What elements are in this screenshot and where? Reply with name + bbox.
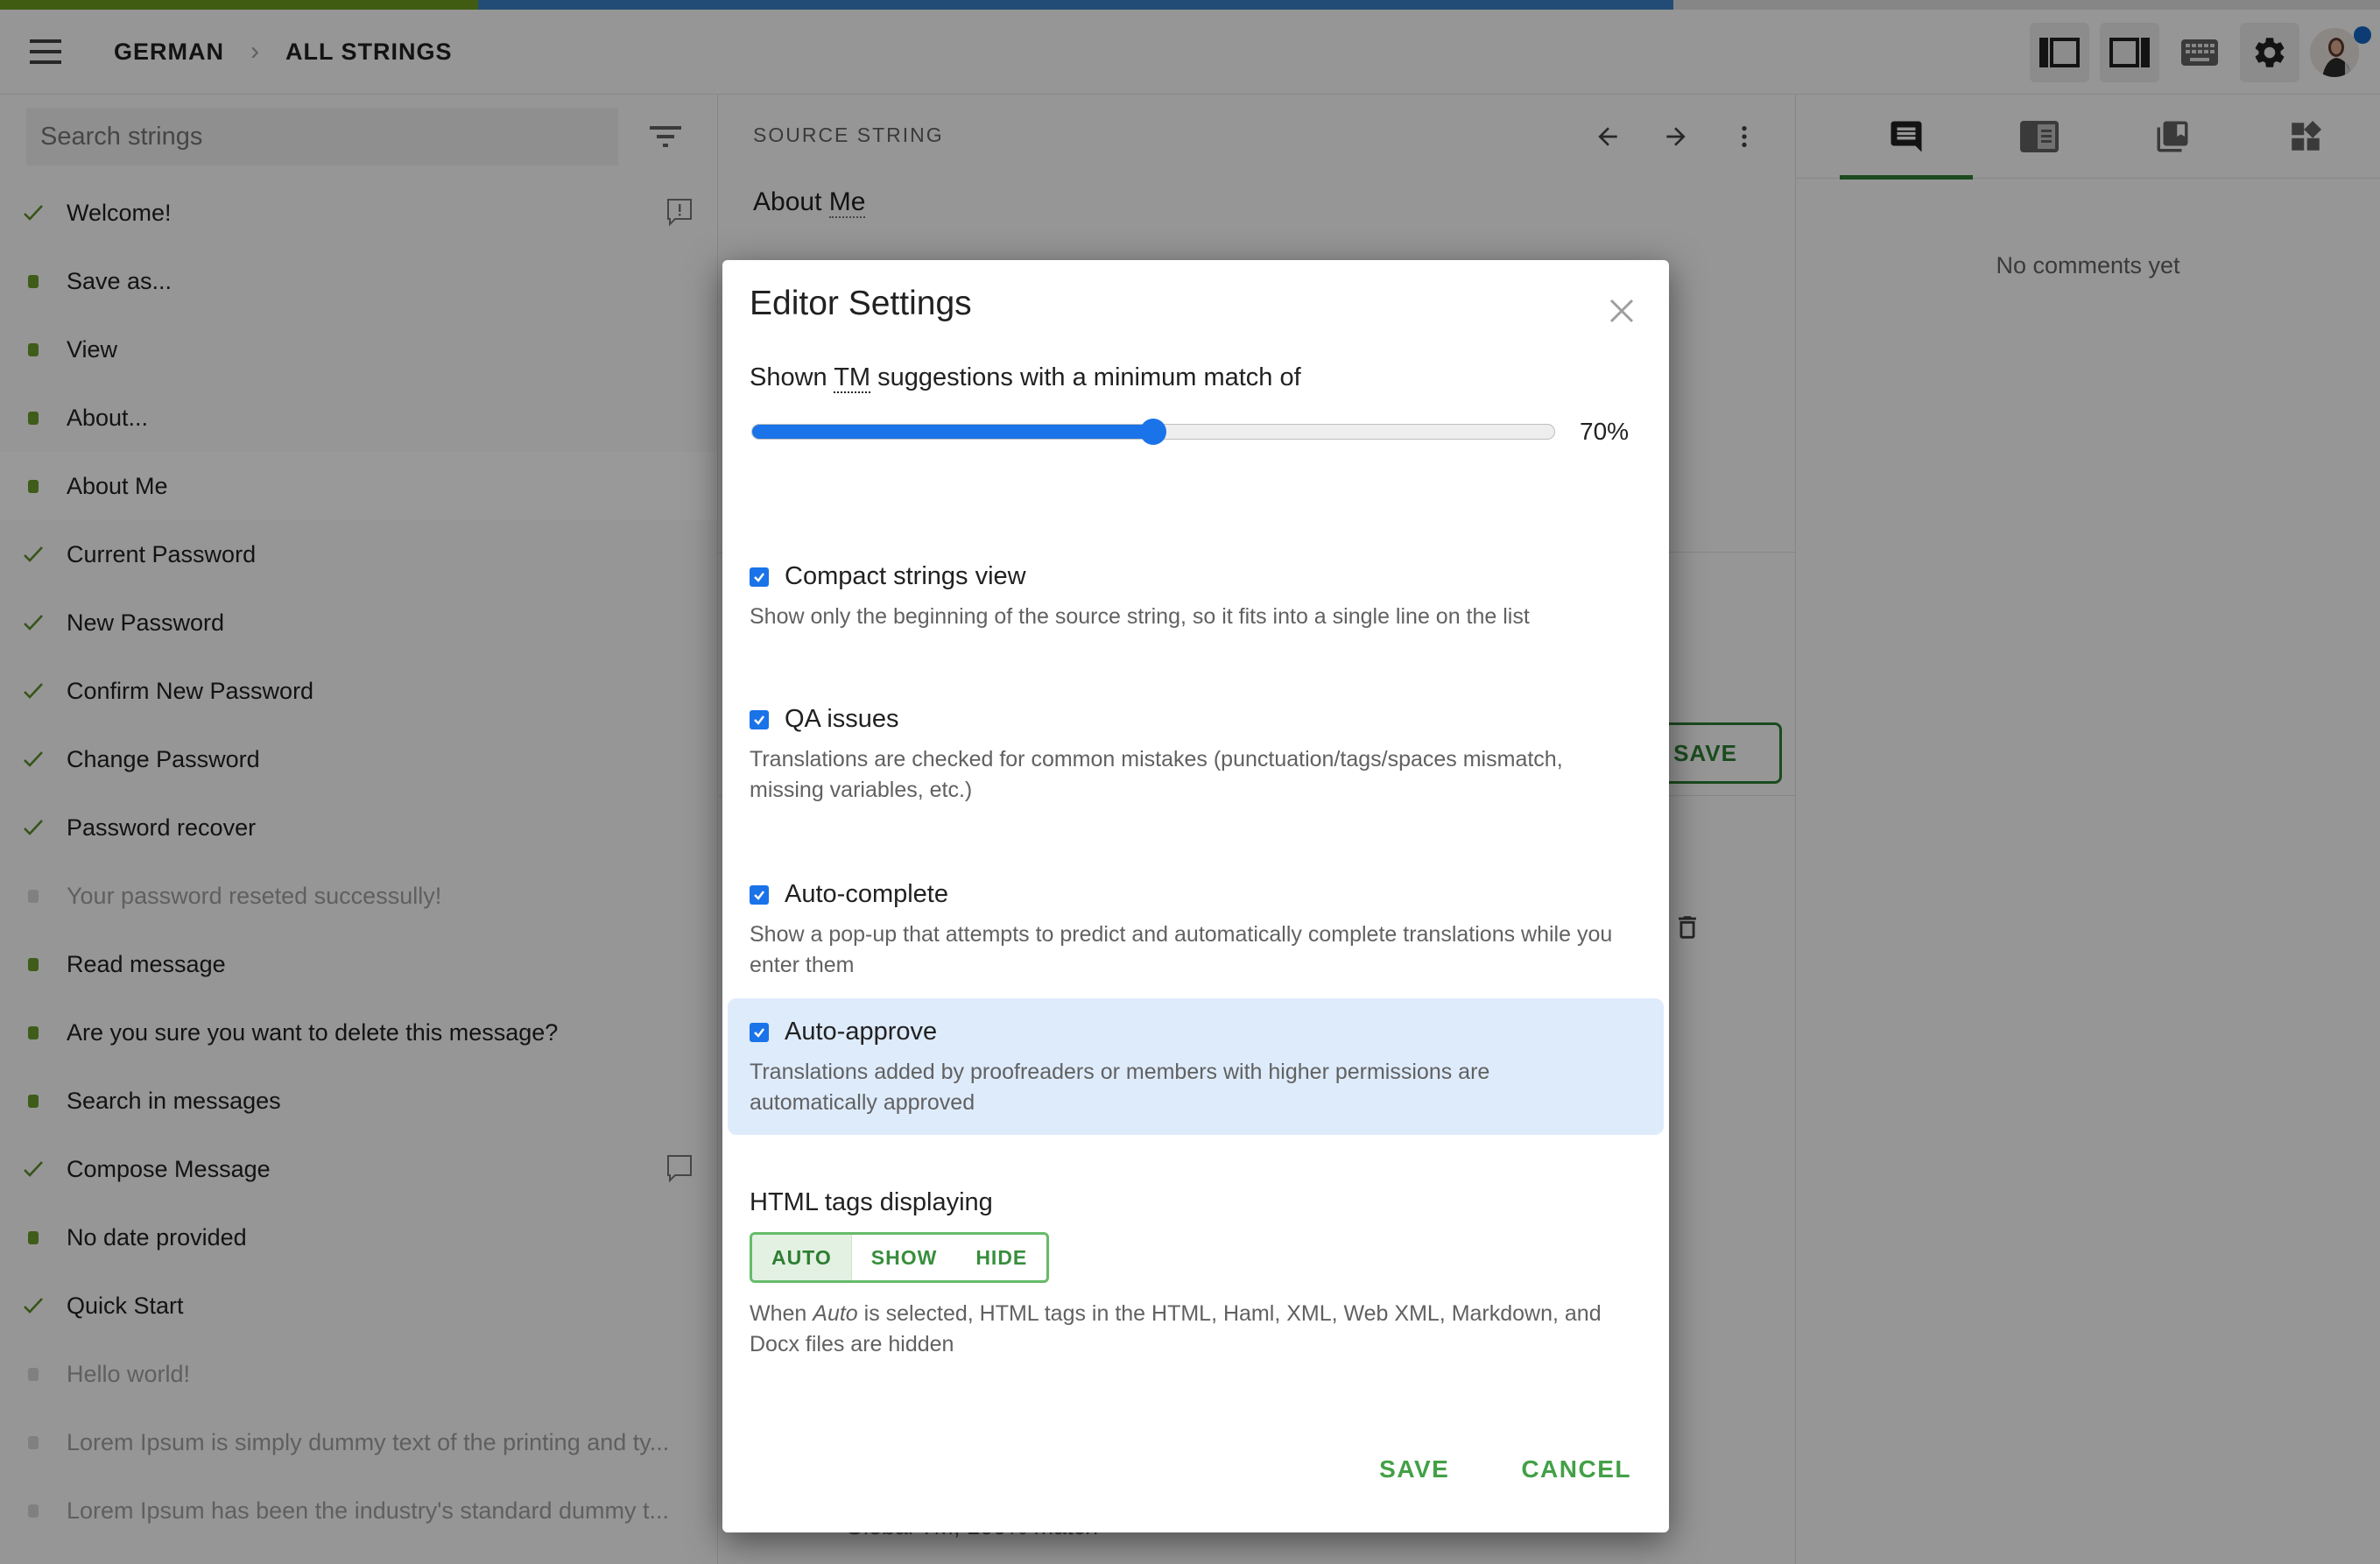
compact-strings-checkbox[interactable] [750,567,769,587]
desc-emphasis: Auto [813,1301,858,1326]
option-auto-complete: Auto-complete Show a pop-up that attempt… [728,880,1664,981]
checkmark-icon [754,572,764,582]
tm-match-label: Shown TM suggestions with a minimum matc… [750,363,1301,393]
checkmark-icon [754,1027,764,1038]
option-title: Compact strings view [785,562,1026,590]
tm-match-slider[interactable] [751,419,1555,445]
slider-thumb[interactable] [1140,419,1166,445]
option-description: Show a pop-up that attempts to predict a… [750,922,1613,977]
auto-complete-checkbox[interactable] [750,884,769,905]
desc-text: When [750,1301,813,1326]
close-dialog-button[interactable] [1604,293,1639,328]
html-tags-show-button[interactable]: SHOW [852,1235,957,1280]
html-tags-auto-button[interactable]: AUTO [752,1235,852,1280]
option-title: QA issues [785,705,899,733]
option-description: Show only the beginning of the source st… [750,604,1530,629]
close-icon [1609,299,1634,323]
tm-match-value: 70% [1580,418,1630,445]
option-title: Auto-complete [785,880,948,908]
checkmark-icon [754,715,764,725]
tm-abbreviation: TM [834,363,871,393]
option-qa-issues: QA issues Translations are checked for c… [728,705,1664,806]
auto-approve-checkbox[interactable] [750,1022,769,1042]
option-description: Translations are checked for common mist… [750,747,1563,802]
slider-fill [752,425,1153,439]
tm-label-text: suggestions with a minimum match of [870,363,1301,391]
option-auto-approve: Auto-approve Translations added by proof… [728,998,1664,1135]
save-settings-button[interactable]: SAVE [1379,1455,1449,1483]
html-tags-description: When Auto is selected, HTML tags in the … [750,1299,1634,1360]
editor-settings-dialog: Editor Settings Shown TM suggestions wit… [722,260,1669,1532]
html-tags-toggle-group: AUTO SHOW HIDE [750,1232,1050,1283]
option-description: Translations added by proofreaders or me… [750,1060,1490,1115]
cancel-button[interactable]: CANCEL [1521,1455,1631,1483]
qa-issues-checkbox[interactable] [750,709,769,729]
tm-label-text: Shown [750,363,834,391]
dialog-title: Editor Settings [750,285,972,322]
checkmark-icon [754,890,764,900]
html-tags-hide-button[interactable]: HIDE [956,1235,1046,1280]
html-tags-label: HTML tags displaying [750,1188,993,1216]
option-compact-strings-view: Compact strings view Show only the begin… [728,562,1664,632]
desc-text: is selected, HTML tags in the HTML, Haml… [750,1301,1602,1356]
option-title: Auto-approve [785,1018,938,1046]
